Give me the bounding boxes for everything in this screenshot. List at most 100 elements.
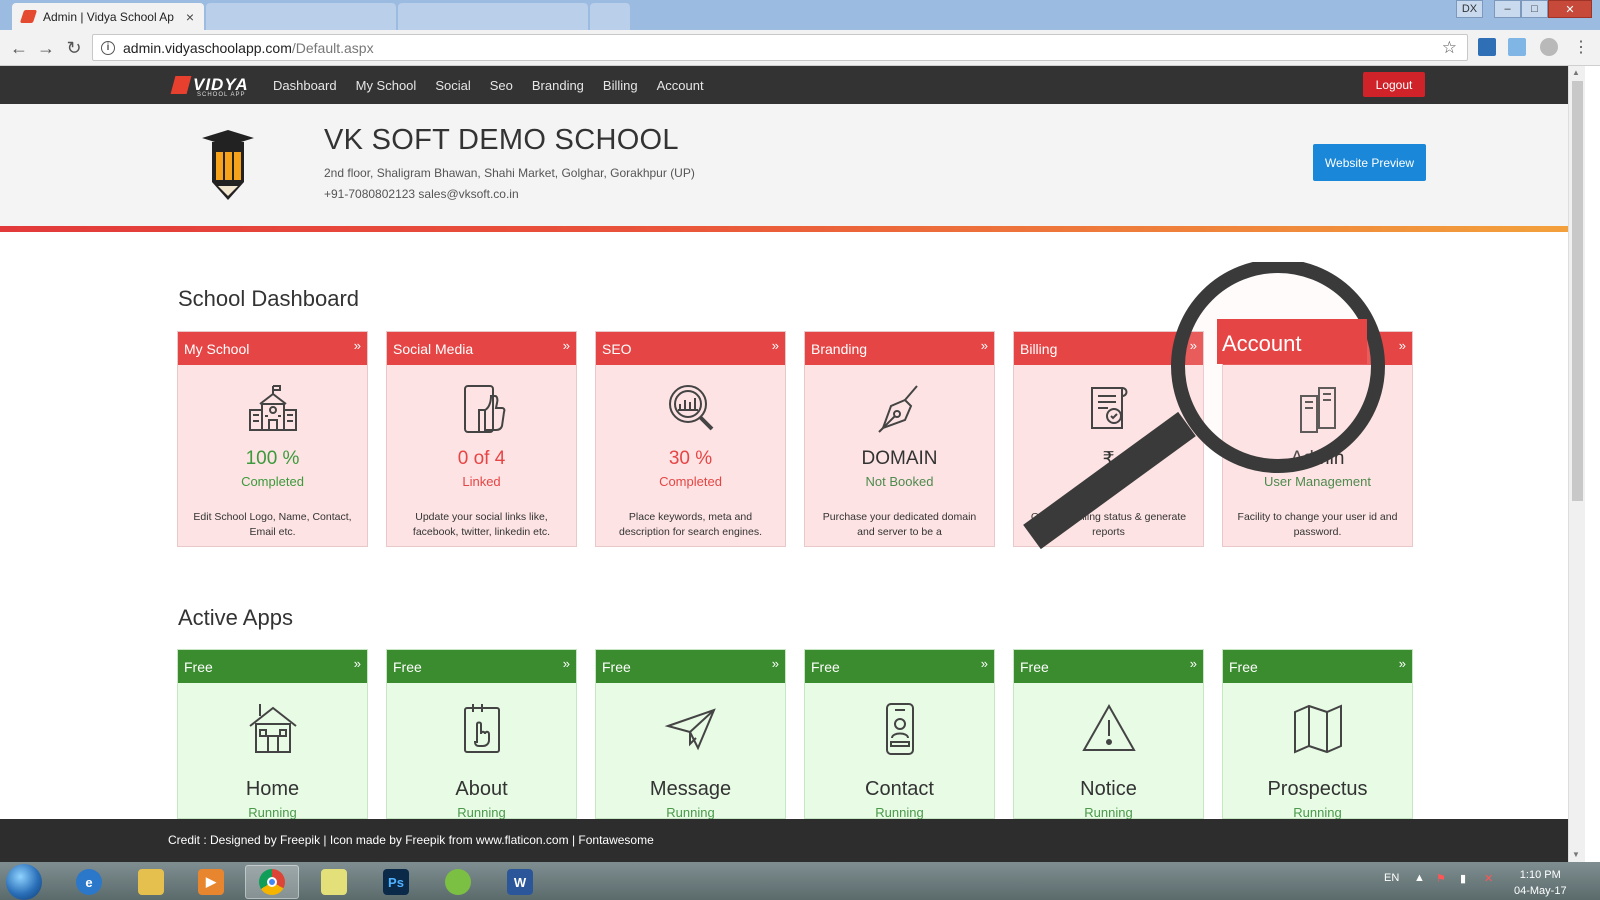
scroll-up-icon[interactable]: ▲ <box>1572 68 1580 77</box>
app-name: Contact <box>865 778 934 800</box>
app-card-notice[interactable]: Free » Notice Running <box>1013 649 1204 820</box>
card-status: Linked <box>462 474 501 489</box>
sticky-notes-icon <box>321 869 347 895</box>
menu-item-dashboard[interactable]: Dashboard <box>273 78 337 93</box>
back-arrow-icon[interactable]: ← <box>8 37 30 59</box>
window-close-icon[interactable]: ✕ <box>1548 0 1592 18</box>
chevron-right-icon[interactable]: » <box>981 656 988 671</box>
app-badge: Free <box>184 658 213 675</box>
address-toolbar: ← → ↻ i admin.vidyaschoolapp.com/Default… <box>0 30 1600 66</box>
reload-icon[interactable]: ↻ <box>63 37 85 59</box>
new-tab-button[interactable] <box>590 3 630 30</box>
dashboard-card-account[interactable]: Account » Admin User Management Facility … <box>1222 331 1413 547</box>
card-value: DOMAIN <box>861 448 938 469</box>
taskbar-ie[interactable]: e <box>62 865 116 899</box>
menu-item-social[interactable]: Social <box>435 78 470 93</box>
bookmark-star-icon[interactable]: ☆ <box>1442 38 1457 58</box>
app-card-prospectus[interactable]: Free » Prospectus Running <box>1222 649 1413 820</box>
tab-close-icon[interactable]: × <box>186 9 194 25</box>
chevron-right-icon[interactable]: » <box>563 338 570 353</box>
forward-arrow-icon[interactable]: → <box>35 37 57 59</box>
chevron-right-icon[interactable]: » <box>1190 338 1197 353</box>
logo-mark-icon <box>170 76 192 94</box>
phone-contact-icon <box>885 703 914 755</box>
volume-muted-icon[interactable]: ✕ <box>1484 872 1493 885</box>
language-indicator[interactable]: EN <box>1384 872 1399 884</box>
tray-expand-icon[interactable]: ▲ <box>1414 872 1425 884</box>
menu-item-billing[interactable]: Billing <box>603 78 638 93</box>
taskbar-word[interactable]: W <box>493 865 547 899</box>
card-description: Facility to change your user id and pass… <box>1237 511 1398 538</box>
photoshop-icon: Ps <box>383 869 409 895</box>
window-badge: DX <box>1456 0 1483 20</box>
url-path: /Default.aspx <box>291 39 374 56</box>
logout-button[interactable]: Logout <box>1363 72 1425 97</box>
card-status: Completed <box>659 474 722 489</box>
chevron-right-icon[interactable]: » <box>1190 656 1197 671</box>
card-value: Admin <box>1290 448 1345 469</box>
card-title: Social Media <box>393 340 474 357</box>
extension-icon[interactable] <box>1478 38 1496 56</box>
maximize-icon[interactable]: □ <box>1521 0 1548 18</box>
dashboard-card-branding[interactable]: Branding » DOMAIN Not Booked Purchase you… <box>804 331 995 547</box>
app-status: Running <box>248 805 297 820</box>
website-preview-button[interactable]: Website Preview <box>1313 144 1426 181</box>
app-card-contact[interactable]: Free » Contact Running <box>804 649 995 820</box>
dashboard-card-my-school[interactable]: My School » 100 % Completed Edit School L… <box>177 331 368 547</box>
app-card-about[interactable]: Free » About Running <box>386 649 577 820</box>
app-badge: Free <box>1229 658 1258 675</box>
browser-menu-icon[interactable]: ⋮ <box>1570 37 1592 59</box>
browser-tab-inactive[interactable] <box>398 3 588 30</box>
scroll-down-icon[interactable]: ▼ <box>1572 850 1580 859</box>
minimize-icon[interactable]: – <box>1494 0 1521 18</box>
dashboard-card-seo[interactable]: SEO » 30 % Completed Place keywords, meta… <box>595 331 786 547</box>
globe-extension-icon[interactable] <box>1540 38 1558 56</box>
taskbar-app[interactable] <box>431 865 485 899</box>
extension-icon[interactable] <box>1508 38 1526 56</box>
menu-item-account[interactable]: Account <box>657 78 704 93</box>
network-icon[interactable]: ▮ <box>1460 872 1466 885</box>
url-input[interactable]: i admin.vidyaschoolapp.com/Default.aspx … <box>92 34 1468 61</box>
browser-tab-active[interactable]: Admin | Vidya School Ap × <box>12 3 204 30</box>
chevron-right-icon[interactable]: » <box>1399 656 1406 671</box>
site-info-icon[interactable]: i <box>101 40 115 55</box>
app-name: Notice <box>1080 778 1137 800</box>
header-gradient-divider <box>0 226 1568 232</box>
chevron-right-icon[interactable]: » <box>354 338 361 353</box>
flag-icon[interactable]: ⚑ <box>1436 872 1446 885</box>
page-scrollbar[interactable]: ▲ ▼ <box>1568 66 1585 862</box>
site-navbar: VIDYA SCHOOL APP Dashboard My School Soc… <box>0 66 1568 104</box>
taskbar-media[interactable]: ▶ <box>184 865 238 899</box>
chevron-right-icon[interactable]: » <box>772 656 779 671</box>
chevron-right-icon[interactable]: » <box>772 338 779 353</box>
vidya-logo[interactable]: VIDYA SCHOOL APP <box>170 75 249 98</box>
chevron-right-icon[interactable]: » <box>1399 338 1406 353</box>
scroll-thumb[interactable] <box>1572 81 1583 501</box>
card-status: Not Booked <box>865 474 934 489</box>
windows-taskbar: e ▶ Ps W EN ▲ ⚑ ▮ ✕ 1:10 PM 04-May-17 <box>0 862 1600 900</box>
taskbar-photoshop[interactable]: Ps <box>369 865 423 899</box>
paper-plane-icon <box>664 708 716 751</box>
window-controls: – □ ✕ <box>1494 0 1592 20</box>
app-badge: Free <box>811 658 840 675</box>
app-card-home[interactable]: Free » Home Running <box>177 649 368 820</box>
taskbar-notes[interactable] <box>307 865 361 899</box>
dashboard-card-social-media[interactable]: Social Media » 0 of 4 Linked Update your … <box>386 331 577 547</box>
chevron-right-icon[interactable]: » <box>563 656 570 671</box>
menu-item-seo[interactable]: Seo <box>490 78 513 93</box>
dashboard-card-billing[interactable]: Billing » ₹ Get your billing status & gen… <box>1013 331 1204 547</box>
chevron-right-icon[interactable]: » <box>981 338 988 353</box>
menu-item-my-school[interactable]: My School <box>356 78 417 93</box>
chevron-right-icon[interactable]: » <box>354 656 361 671</box>
app-status: Running <box>1293 805 1342 820</box>
card-title: Billing <box>1020 340 1058 357</box>
system-clock[interactable]: 1:10 PM 04-May-17 <box>1514 867 1567 899</box>
card-description: Edit School Logo, Name, Contact, Email e… <box>193 511 352 538</box>
taskbar-explorer[interactable] <box>124 865 178 899</box>
menu-item-branding[interactable]: Branding <box>532 78 584 93</box>
app-card-message[interactable]: Free » Message Running <box>595 649 786 820</box>
browser-tab-inactive[interactable] <box>206 3 396 30</box>
taskbar-chrome[interactable] <box>245 865 299 899</box>
windows-start-icon[interactable] <box>6 864 42 900</box>
school-building-icon <box>248 385 297 431</box>
